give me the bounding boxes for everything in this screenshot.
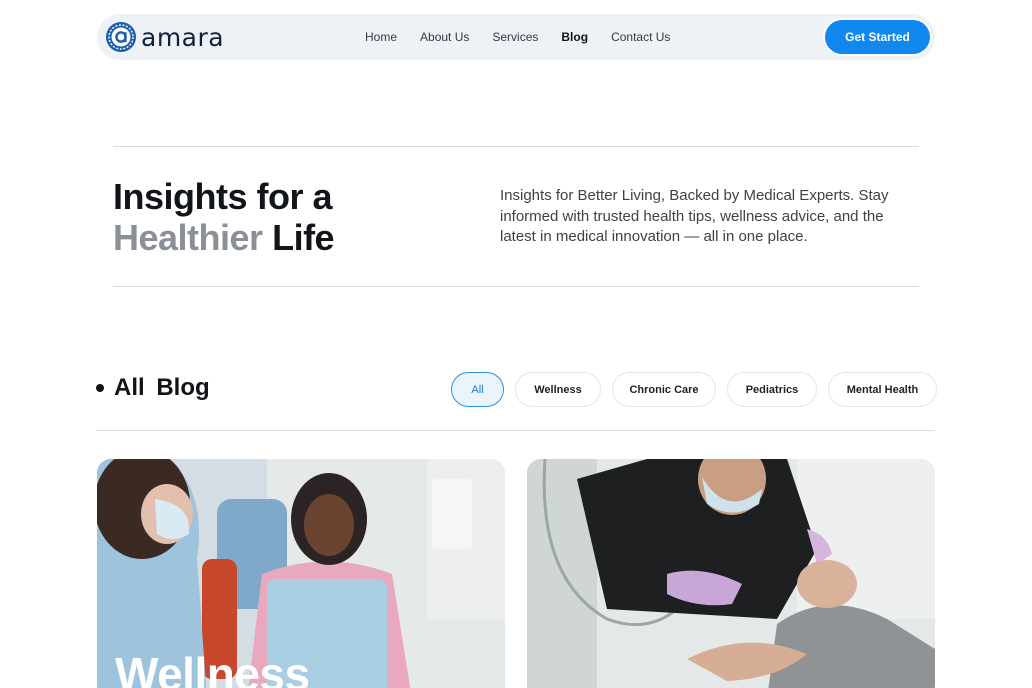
hero-bottom-rule	[113, 286, 919, 287]
hero-title-line1: Insights for a	[113, 176, 333, 217]
blog-card-image	[527, 459, 935, 688]
blog-card[interactable]: Wellness	[97, 459, 505, 688]
filter-mental-health[interactable]: Mental Health	[828, 372, 937, 407]
blog-card-category: Wellness	[115, 648, 310, 688]
brand-name: amara	[141, 22, 225, 52]
get-started-button[interactable]: Get Started	[825, 20, 930, 54]
blog-filters: All Wellness Chronic Care Pediatrics Men…	[451, 372, 948, 407]
nav-link-about[interactable]: About Us	[420, 30, 469, 44]
filter-chronic-care[interactable]: Chronic Care	[612, 372, 716, 407]
filter-wellness[interactable]: Wellness	[515, 372, 601, 407]
nav-link-contact[interactable]: Contact Us	[611, 30, 670, 44]
hero-title: Insights for a Healthier Life	[113, 176, 335, 258]
hero-description: Insights for Better Living, Backed by Me…	[500, 187, 889, 245]
brand-mark-icon	[106, 22, 136, 52]
blog-section-title: All Blog	[114, 374, 210, 401]
blog-divider	[96, 430, 935, 431]
hero-title-end: Life	[272, 217, 335, 258]
brand-logo[interactable]: amara	[105, 21, 224, 53]
bullet-icon	[96, 384, 104, 392]
blog-card[interactable]	[527, 459, 935, 688]
nav-link-home[interactable]: Home	[365, 30, 397, 44]
nav-link-services[interactable]: Services	[492, 30, 538, 44]
filter-all[interactable]: All	[451, 372, 504, 407]
top-nav: amara Home About Us Services Blog Contac…	[97, 14, 935, 60]
hero-top-rule	[113, 146, 919, 147]
blog-section-header: All Blog	[96, 374, 210, 402]
nav-link-blog[interactable]: Blog	[561, 30, 588, 44]
filter-pediatrics[interactable]: Pediatrics	[727, 372, 817, 407]
nav-links: Home About Us Services Blog Contact Us	[365, 14, 693, 60]
hero-title-muted: Healthier	[113, 217, 263, 258]
